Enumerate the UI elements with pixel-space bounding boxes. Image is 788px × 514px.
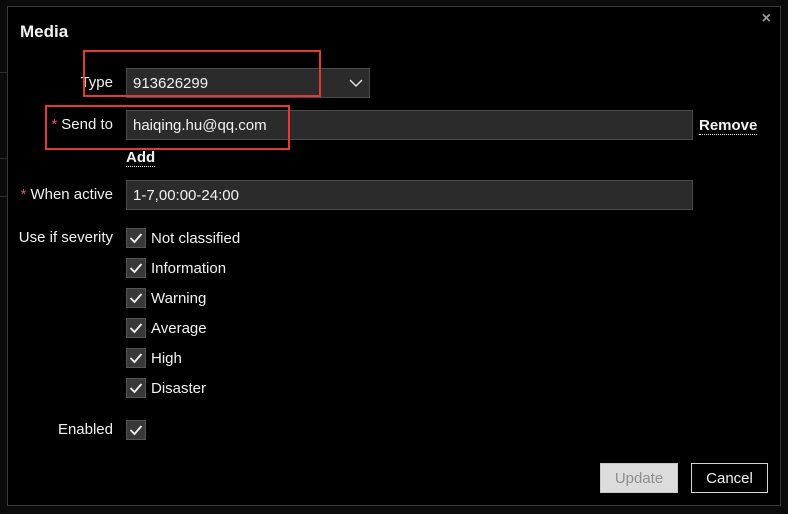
checkmark-icon xyxy=(129,323,143,334)
send-to-label-text: Send to xyxy=(61,116,113,133)
required-mark: * xyxy=(20,186,27,203)
checkbox[interactable] xyxy=(126,378,146,398)
checkmark-icon xyxy=(129,425,143,436)
when-active-label-text: When active xyxy=(30,186,113,203)
checkbox-label: Disaster xyxy=(151,379,207,397)
cancel-button[interactable]: Cancel xyxy=(691,463,768,493)
severity-option-warning[interactable]: Warning xyxy=(126,287,206,309)
checkbox-label: Not classified xyxy=(151,229,241,247)
severity-option-information[interactable]: Information xyxy=(126,257,226,279)
checkmark-icon xyxy=(129,263,143,274)
checkbox-label: Warning xyxy=(151,289,207,307)
severity-option-average[interactable]: Average xyxy=(126,317,207,339)
remove-link[interactable]: Remove xyxy=(699,118,758,135)
add-link[interactable]: Add xyxy=(126,150,156,167)
severity-option-not-classified[interactable]: Not classified xyxy=(126,227,240,249)
update-button[interactable]: Update xyxy=(600,463,678,493)
checkbox[interactable] xyxy=(126,288,146,308)
close-icon[interactable]: × xyxy=(762,10,771,28)
checkbox[interactable] xyxy=(126,258,146,278)
checkmark-icon xyxy=(129,293,143,304)
checkbox[interactable] xyxy=(126,348,146,368)
checkbox-label: Information xyxy=(151,259,227,277)
checkbox-label: High xyxy=(151,349,182,367)
checkbox[interactable] xyxy=(126,228,146,248)
enabled-option[interactable] xyxy=(126,419,151,441)
enabled-checkbox[interactable] xyxy=(126,420,146,440)
severity-option-disaster[interactable]: Disaster xyxy=(126,377,206,399)
when-active-input[interactable]: 1-7,00:00-24:00 xyxy=(126,180,693,210)
send-to-input[interactable]: haiqing.hu@qq.com xyxy=(126,110,693,140)
when-active-label: * When active xyxy=(21,186,113,203)
send-to-label: * Send to xyxy=(51,116,113,133)
required-mark: * xyxy=(51,116,58,133)
type-select-value: 913626299 xyxy=(133,75,209,92)
enabled-label: Enabled xyxy=(57,421,113,438)
checkbox-label: Average xyxy=(151,319,207,337)
severity-option-high[interactable]: High xyxy=(126,347,182,369)
checkmark-icon xyxy=(129,383,143,394)
checkbox[interactable] xyxy=(126,318,146,338)
dialog-title: Media xyxy=(20,22,69,41)
severity-label: Use if severity xyxy=(18,229,113,246)
type-label: Type xyxy=(80,74,113,91)
type-select[interactable]: 913626299 xyxy=(126,68,370,98)
checkmark-icon xyxy=(129,353,143,364)
checkmark-icon xyxy=(129,233,143,244)
chevron-down-icon xyxy=(349,79,363,88)
media-dialog: Media × Type 913626299 * Send to haiqing.… xyxy=(7,6,781,506)
